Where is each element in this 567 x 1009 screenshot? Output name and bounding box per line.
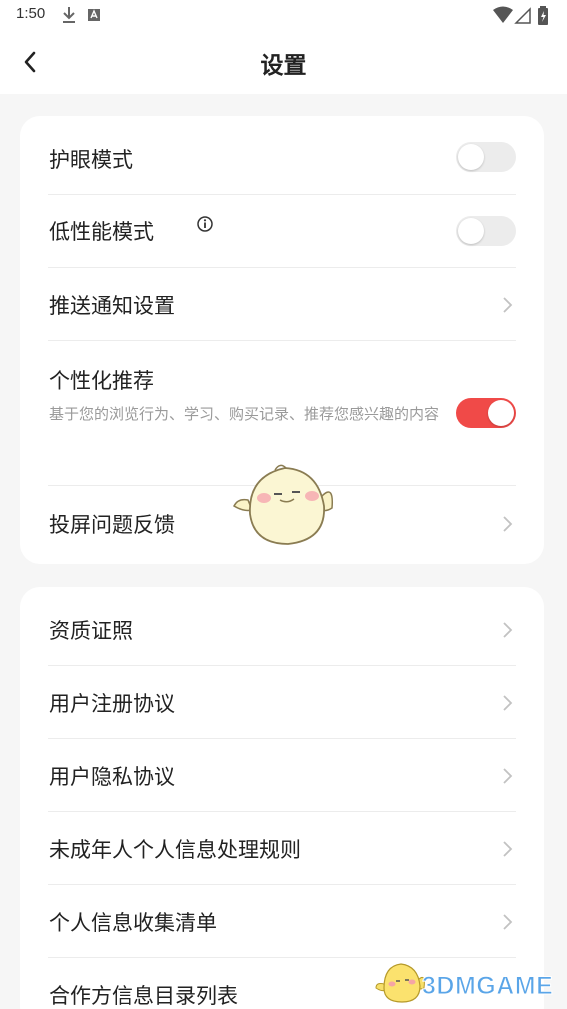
legal-row-registration[interactable]: 用户注册协议 (48, 666, 516, 739)
eye-care-toggle[interactable] (456, 142, 516, 172)
setting-row-push-settings[interactable]: 推送通知设置 (48, 268, 516, 341)
page-title: 设置 (260, 53, 307, 79)
watermark-mascot-icon (375, 963, 425, 1003)
chevron-right-icon (503, 841, 513, 857)
legal-label: 未成年人个人信息处理规则 (49, 838, 301, 862)
mascot-icon (233, 464, 334, 545)
chevron-right-icon (503, 516, 513, 532)
wifi-icon (493, 6, 513, 23)
font-icon (88, 9, 100, 21)
toggle-knob (458, 218, 484, 244)
legal-row-privacy[interactable]: 用户隐私协议 (48, 739, 516, 812)
settings-card-legal: 资质证照 用户注册协议 用户隐私协议 未成年人个人信息处理规则 个人信息收集清单… (20, 587, 544, 1009)
setting-label: 护眼模式 (49, 148, 133, 172)
nav-bar: 设置 (0, 30, 567, 94)
legal-label: 资质证照 (49, 619, 133, 643)
setting-label: 投屏问题反馈 (49, 513, 175, 537)
chevron-right-icon (503, 297, 513, 313)
chevron-right-icon (503, 695, 513, 711)
watermark-logo: 3DMGAME (374, 960, 560, 1006)
setting-label: 低性能模式 (49, 220, 154, 244)
battery-icon (538, 6, 548, 25)
signal-icon (514, 7, 531, 24)
chevron-right-icon (503, 622, 513, 638)
setting-label: 推送通知设置 (49, 294, 175, 318)
setting-row-low-performance: 低性能模式 (48, 195, 516, 268)
legal-row-qualification[interactable]: 资质证照 (48, 587, 516, 666)
legal-label: 合作方信息目录列表 (49, 984, 238, 1008)
setting-description: 基于您的浏览行为、学习、购买记录、推荐您感兴趣的内容 (49, 405, 440, 423)
chevron-right-icon (503, 914, 513, 930)
chevron-right-icon (503, 768, 513, 784)
toggle-knob (458, 144, 484, 170)
legal-row-info-collection[interactable]: 个人信息收集清单 (48, 885, 516, 958)
legal-label: 个人信息收集清单 (49, 911, 217, 935)
info-icon[interactable] (196, 215, 214, 233)
personalized-toggle[interactable] (456, 398, 516, 428)
legal-label: 用户隐私协议 (49, 765, 175, 789)
download-icon (63, 7, 75, 23)
low-performance-toggle[interactable] (456, 216, 516, 246)
legal-label: 用户注册协议 (49, 692, 175, 716)
status-time: 1:50 (16, 5, 46, 22)
legal-row-minor-rules[interactable]: 未成年人个人信息处理规则 (48, 812, 516, 885)
watermark-text: 3DMGAME (421, 972, 554, 1001)
toggle-knob (488, 400, 514, 426)
setting-label: 个性化推荐 (49, 369, 154, 393)
setting-row-eye-care: 护眼模式 (48, 116, 516, 195)
status-bar: 1:50 (0, 0, 567, 30)
